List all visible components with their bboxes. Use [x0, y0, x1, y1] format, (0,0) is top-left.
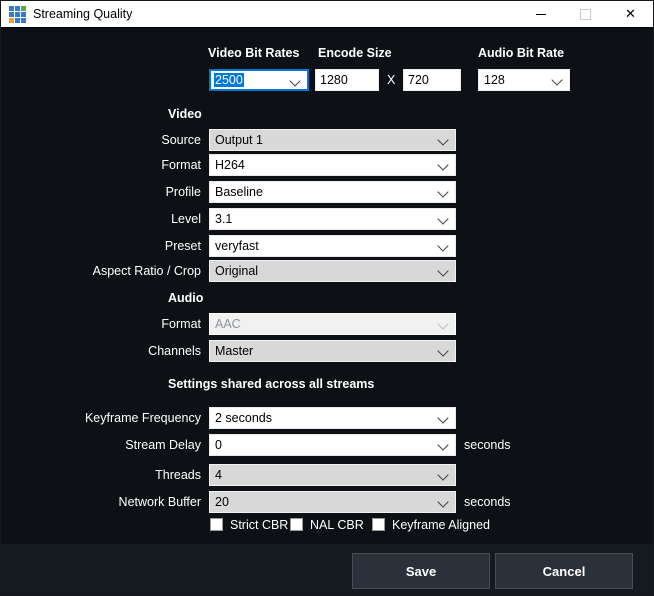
aspect-ratio-crop-label: Aspect Ratio / Crop	[1, 260, 201, 282]
app-grid-icon	[9, 6, 26, 23]
audio-format-value: AAC	[215, 315, 241, 334]
shared-section-header: Settings shared across all streams	[168, 377, 374, 391]
level-select[interactable]: 3.1	[209, 208, 456, 230]
stream-delay-suffix: seconds	[464, 434, 511, 456]
audio-section-header: Audio	[168, 291, 203, 305]
stream-delay-label: Stream Delay	[1, 434, 201, 456]
chevron-down-icon	[437, 265, 448, 276]
stream-delay-value: 0	[215, 436, 222, 455]
preset-label: Preset	[1, 235, 201, 257]
audio-bit-rate-label: Audio Bit Rate	[478, 46, 564, 60]
title-bar: Streaming Quality ✕	[1, 1, 653, 28]
level-value: 3.1	[215, 210, 232, 229]
checkbox-icon	[210, 518, 223, 531]
close-icon: ✕	[625, 1, 636, 27]
nal-cbr-label: NAL CBR	[310, 518, 364, 532]
window-title: Streaming Quality	[33, 1, 132, 27]
audio-format-select: AAC	[209, 313, 456, 335]
video-format-label: Format	[1, 154, 201, 176]
strict-cbr-label: Strict CBR	[230, 518, 288, 532]
network-buffer-value: 20	[215, 493, 229, 512]
cancel-button[interactable]: Cancel	[495, 553, 633, 589]
keyframe-aligned-label: Keyframe Aligned	[392, 518, 490, 532]
video-bitrate-combo[interactable]: 2500	[209, 69, 309, 91]
save-button[interactable]: Save	[352, 553, 490, 589]
video-format-select[interactable]: H264	[209, 154, 456, 176]
encode-height-input[interactable]	[403, 69, 461, 91]
network-buffer-label: Network Buffer	[1, 491, 201, 513]
chevron-down-icon	[437, 318, 448, 329]
source-value: Output 1	[215, 131, 263, 150]
chevron-down-icon	[437, 469, 448, 480]
maximize-button	[563, 1, 608, 27]
profile-select[interactable]: Baseline	[209, 181, 456, 203]
stream-delay-select[interactable]: 0	[209, 434, 456, 456]
chevron-down-icon	[437, 186, 448, 197]
video-bitrate-value: 2500	[214, 72, 244, 88]
channels-select[interactable]: Master	[209, 340, 456, 362]
channels-value: Master	[215, 342, 253, 361]
maximize-icon	[580, 9, 591, 20]
keyframe-frequency-select[interactable]: 2 seconds	[209, 407, 456, 429]
minimize-button[interactable]	[518, 1, 563, 27]
aspect-ratio-crop-value: Original	[215, 262, 258, 281]
source-label: Source	[1, 129, 201, 151]
keyframe-frequency-value: 2 seconds	[215, 409, 272, 428]
nal-cbr-checkbox[interactable]: NAL CBR	[290, 517, 364, 532]
checkbox-icon	[372, 518, 385, 531]
network-buffer-select[interactable]: 20	[209, 491, 456, 513]
chevron-down-icon	[437, 496, 448, 507]
preset-select[interactable]: veryfast	[209, 235, 456, 257]
video-format-value: H264	[215, 156, 245, 175]
chevron-down-icon	[437, 213, 448, 224]
chevron-down-icon	[437, 412, 448, 423]
strict-cbr-checkbox[interactable]: Strict CBR	[210, 517, 288, 532]
encode-width-input[interactable]	[315, 69, 379, 91]
chevron-down-icon	[289, 75, 300, 86]
chevron-down-icon	[437, 439, 448, 450]
encode-size-separator: X	[387, 69, 395, 91]
chevron-down-icon	[437, 345, 448, 356]
level-label: Level	[1, 208, 201, 230]
source-select[interactable]: Output 1	[209, 129, 456, 151]
aspect-ratio-crop-select[interactable]: Original	[209, 260, 456, 282]
channels-label: Channels	[1, 340, 201, 362]
network-buffer-suffix: seconds	[464, 491, 511, 513]
video-section-header: Video	[168, 107, 202, 121]
audio-bitrate-combo[interactable]: 128	[478, 69, 570, 91]
video-bit-rates-label: Video Bit Rates	[208, 46, 299, 60]
checkbox-icon	[290, 518, 303, 531]
chevron-down-icon	[551, 74, 562, 85]
threads-label: Threads	[1, 464, 201, 486]
profile-label: Profile	[1, 181, 201, 203]
preset-value: veryfast	[215, 237, 259, 256]
audio-bitrate-value: 128	[484, 71, 505, 90]
encode-size-label: Encode Size	[318, 46, 392, 60]
chevron-down-icon	[437, 240, 448, 251]
threads-value: 4	[215, 466, 222, 485]
keyframe-aligned-checkbox[interactable]: Keyframe Aligned	[372, 517, 490, 532]
close-button[interactable]: ✕	[608, 1, 653, 27]
dialog-body: Video Bit Rates Encode Size Audio Bit Ra…	[1, 28, 653, 595]
threads-select[interactable]: 4	[209, 464, 456, 486]
audio-format-label: Format	[1, 313, 201, 335]
chevron-down-icon	[437, 134, 448, 145]
streaming-quality-dialog: Streaming Quality ✕ Video Bit Rates Enco…	[0, 0, 654, 596]
profile-value: Baseline	[215, 183, 263, 202]
keyframe-frequency-label: Keyframe Frequency	[1, 407, 201, 429]
minimize-icon	[536, 14, 546, 15]
chevron-down-icon	[437, 159, 448, 170]
